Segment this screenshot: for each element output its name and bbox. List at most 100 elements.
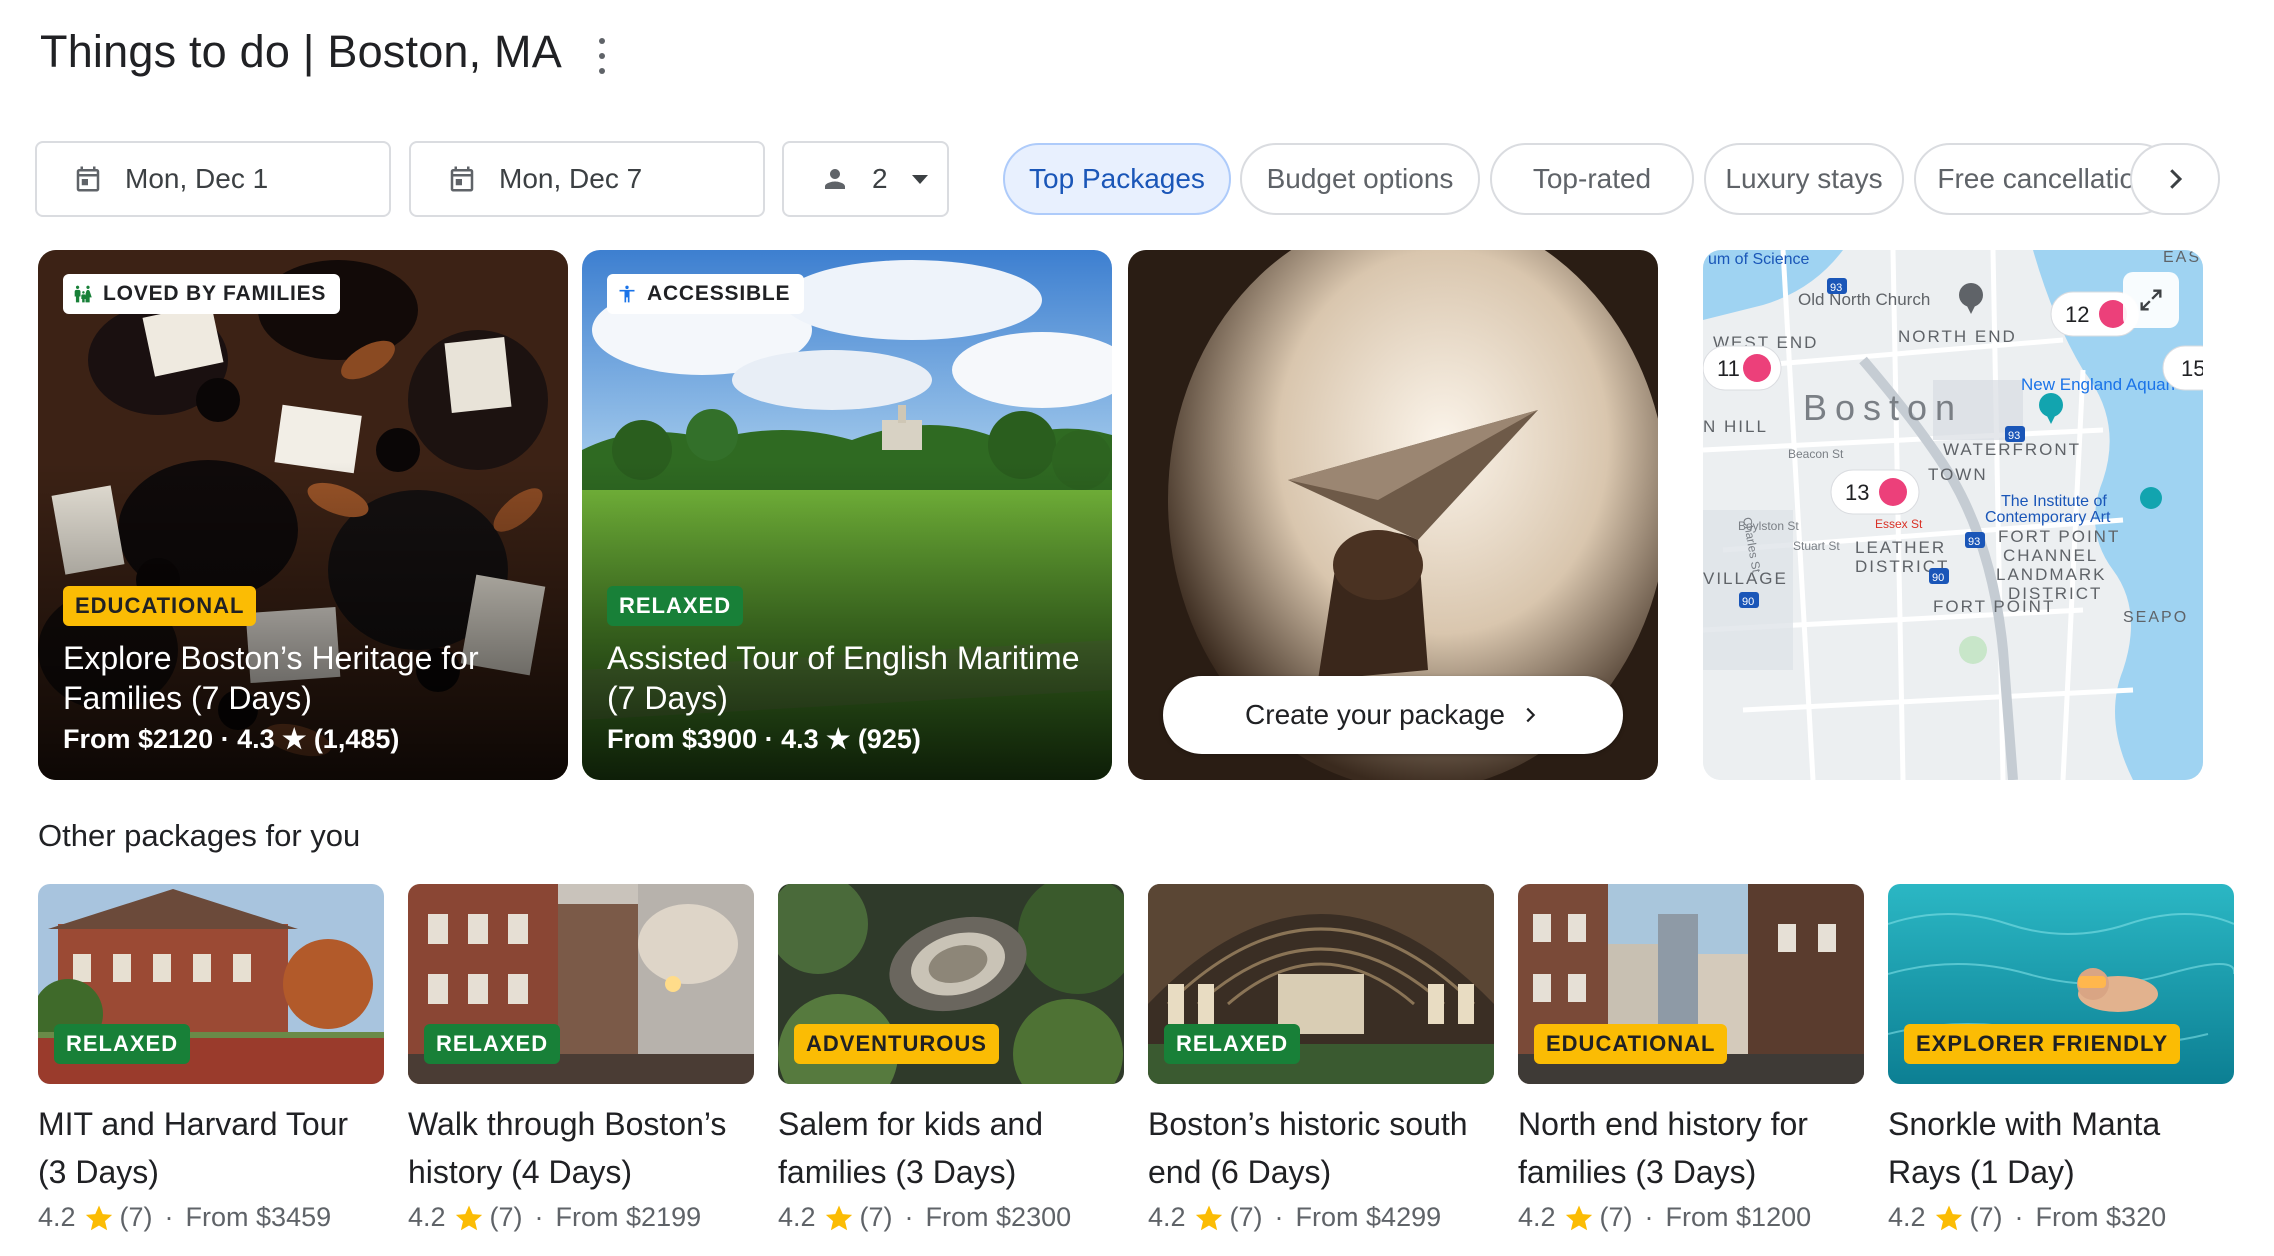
map-label: The Institute of	[2001, 493, 2107, 510]
package-price: From $2300	[925, 1202, 1072, 1232]
create-package-label: Create your package	[1245, 699, 1505, 730]
map-label: NORTH END	[1898, 327, 2017, 346]
package-meta: 4.2 (7) · From $2199	[408, 1202, 702, 1233]
package-thumbnail: RELAXED	[408, 884, 754, 1084]
package-meta: 4.2 (7) · From $3459	[38, 1202, 332, 1233]
expand-icon	[2140, 289, 2162, 311]
review-count: (7)	[119, 1202, 153, 1232]
map-pin-13[interactable]: 13	[1830, 469, 1920, 515]
featured-price-rating: From $2120 · 4.3 ★ (1,485)	[63, 724, 400, 754]
package-thumbnail: ADVENTUROUS	[778, 884, 1124, 1084]
star-icon	[1564, 1203, 1594, 1233]
check-in-date-field[interactable]: Mon, Dec 1	[35, 141, 391, 217]
expand-map-button[interactable]	[2123, 272, 2179, 328]
guests-count: 2	[872, 163, 888, 194]
dropdown-caret-icon	[911, 174, 928, 184]
svg-text:15: 15	[2181, 356, 2203, 381]
map-pin-15[interactable]: 15	[2162, 345, 2203, 391]
section-title: Other packages for you	[38, 818, 361, 853]
package-title: North end history for families (3 Days)	[1518, 1106, 1808, 1190]
featured-package-card-maritime[interactable]: ACCESSIBLE RELAXED Assisted Tour of Engl…	[582, 250, 1112, 780]
rating-value: 4.2	[1148, 1202, 1186, 1232]
style-tag: RELAXED	[54, 1024, 191, 1064]
style-tag: RELAXED	[424, 1024, 561, 1064]
highway-shield-icon: 93	[1827, 278, 1847, 294]
map-pin-11[interactable]: 11	[1703, 345, 1782, 391]
family-icon	[73, 284, 93, 304]
highway-shield-icon: 90	[1929, 568, 1949, 584]
style-tag: EDUCATIONAL	[1534, 1024, 1728, 1064]
chip-top-packages[interactable]: Top Packages	[1003, 143, 1231, 215]
chip-luxury-stays[interactable]: Luxury stays	[1704, 143, 1904, 215]
star-icon	[84, 1203, 114, 1233]
map-canvas: um of Science Old North Church WEST END …	[1703, 250, 2203, 780]
create-package-button[interactable]: Create your package	[1163, 676, 1623, 754]
accessibility-icon	[617, 284, 637, 304]
svg-text:11: 11	[1717, 356, 1740, 381]
chip-top-rated[interactable]: Top-rated	[1490, 143, 1694, 215]
package-card-mit-harvard[interactable]: RELAXED MIT and Harvard Tour (3 Days) 4.…	[38, 884, 384, 1233]
package-card-south-end[interactable]: RELAXED Boston’s historic south end (6 D…	[1148, 884, 1494, 1233]
chevron-right-icon	[1519, 704, 1541, 726]
package-title: Snorkle with Manta Rays (1 Day)	[1888, 1106, 2161, 1190]
person-icon	[820, 164, 850, 194]
package-thumbnail: RELAXED	[38, 884, 384, 1084]
chip-budget-options[interactable]: Budget options	[1240, 143, 1480, 215]
package-thumbnail: EXPLORER FRIENDLY	[1888, 884, 2234, 1084]
package-title: Salem for kids and families (3 Days)	[778, 1106, 1044, 1190]
map-label: LEATHER	[1855, 538, 1946, 557]
create-package-card[interactable]: Create your package	[1128, 250, 1658, 780]
package-thumbnail: RELAXED	[1148, 884, 1494, 1084]
featured-title: Assisted Tour of English Maritime (7 Day…	[607, 640, 1080, 716]
map-label: New England Aquari	[2021, 375, 2175, 394]
chips-next-button[interactable]	[2130, 143, 2220, 215]
check-in-value: Mon, Dec 1	[125, 163, 269, 194]
package-title: Boston’s historic south end (6 Days)	[1148, 1106, 1468, 1190]
map-label: Old North Church	[1798, 290, 1930, 309]
map-label: CHANNEL	[2003, 546, 2098, 565]
package-card-manta-rays[interactable]: EXPLORER FRIENDLY Snorkle with Manta Ray…	[1888, 884, 2234, 1233]
map-label: Boylston St	[1738, 519, 1799, 533]
badge-label: LOVED BY FAMILIES	[103, 282, 327, 305]
star-icon	[454, 1203, 484, 1233]
package-price: From $4299	[1295, 1202, 1442, 1232]
package-title: MIT and Harvard Tour (3 Days)	[38, 1106, 349, 1190]
more-options-icon[interactable]	[592, 38, 612, 74]
map-label: Contemporary Art	[1985, 509, 2111, 526]
style-tag: RELAXED	[1164, 1024, 1301, 1064]
package-meta: 4.2 (7) · From $2300	[778, 1202, 1072, 1232]
review-count: (7)	[1229, 1202, 1263, 1232]
rating-value: 4.2	[1888, 1202, 1926, 1232]
map-label: Boston	[1803, 387, 1963, 428]
map-label: FORT POINT	[1933, 597, 2055, 616]
package-price: From $1200	[1665, 1202, 1812, 1232]
map-label: TOWN	[1928, 465, 1988, 484]
svg-text:93: 93	[1830, 282, 1842, 294]
map-label: FORT POINT	[1998, 527, 2120, 546]
featured-package-card-heritage[interactable]: LOVED BY FAMILIES EDUCATIONAL Explore Bo…	[38, 250, 568, 780]
svg-text:13: 13	[1845, 480, 1869, 505]
calendar-icon	[73, 164, 103, 194]
package-price: From $3459	[185, 1202, 332, 1232]
package-card-salem[interactable]: ADVENTUROUS Salem for kids and families …	[778, 884, 1124, 1233]
featured-title: Explore Boston’s Heritage for Families (…	[63, 640, 479, 716]
area-map[interactable]: um of Science Old North Church WEST END …	[1703, 250, 2203, 780]
map-label: LANDMARK	[1996, 565, 2106, 584]
calendar-icon	[447, 164, 477, 194]
package-thumbnail: EDUCATIONAL	[1518, 884, 1864, 1084]
guests-selector[interactable]: 2	[782, 141, 949, 217]
highway-shield-icon: 90	[1739, 592, 1759, 608]
badge-label: ACCESSIBLE	[647, 282, 791, 305]
package-price: From $2199	[555, 1202, 702, 1232]
check-out-date-field[interactable]: Mon, Dec 7	[409, 141, 765, 217]
map-label: Stuart St	[1793, 539, 1840, 553]
svg-text:93: 93	[2008, 430, 2020, 442]
accessible-badge: ACCESSIBLE	[607, 274, 805, 314]
rating-value: 4.2	[1518, 1202, 1556, 1232]
map-label: um of Science	[1708, 251, 1809, 268]
check-out-value: Mon, Dec 7	[499, 163, 643, 194]
map-label: Beacon St	[1788, 447, 1844, 461]
map-label: EAS	[2163, 250, 2201, 266]
package-card-boston-history[interactable]: RELAXED Walk through Boston’s history (4…	[408, 884, 754, 1233]
package-card-north-end[interactable]: EDUCATIONAL North end history for famili…	[1518, 884, 1864, 1233]
